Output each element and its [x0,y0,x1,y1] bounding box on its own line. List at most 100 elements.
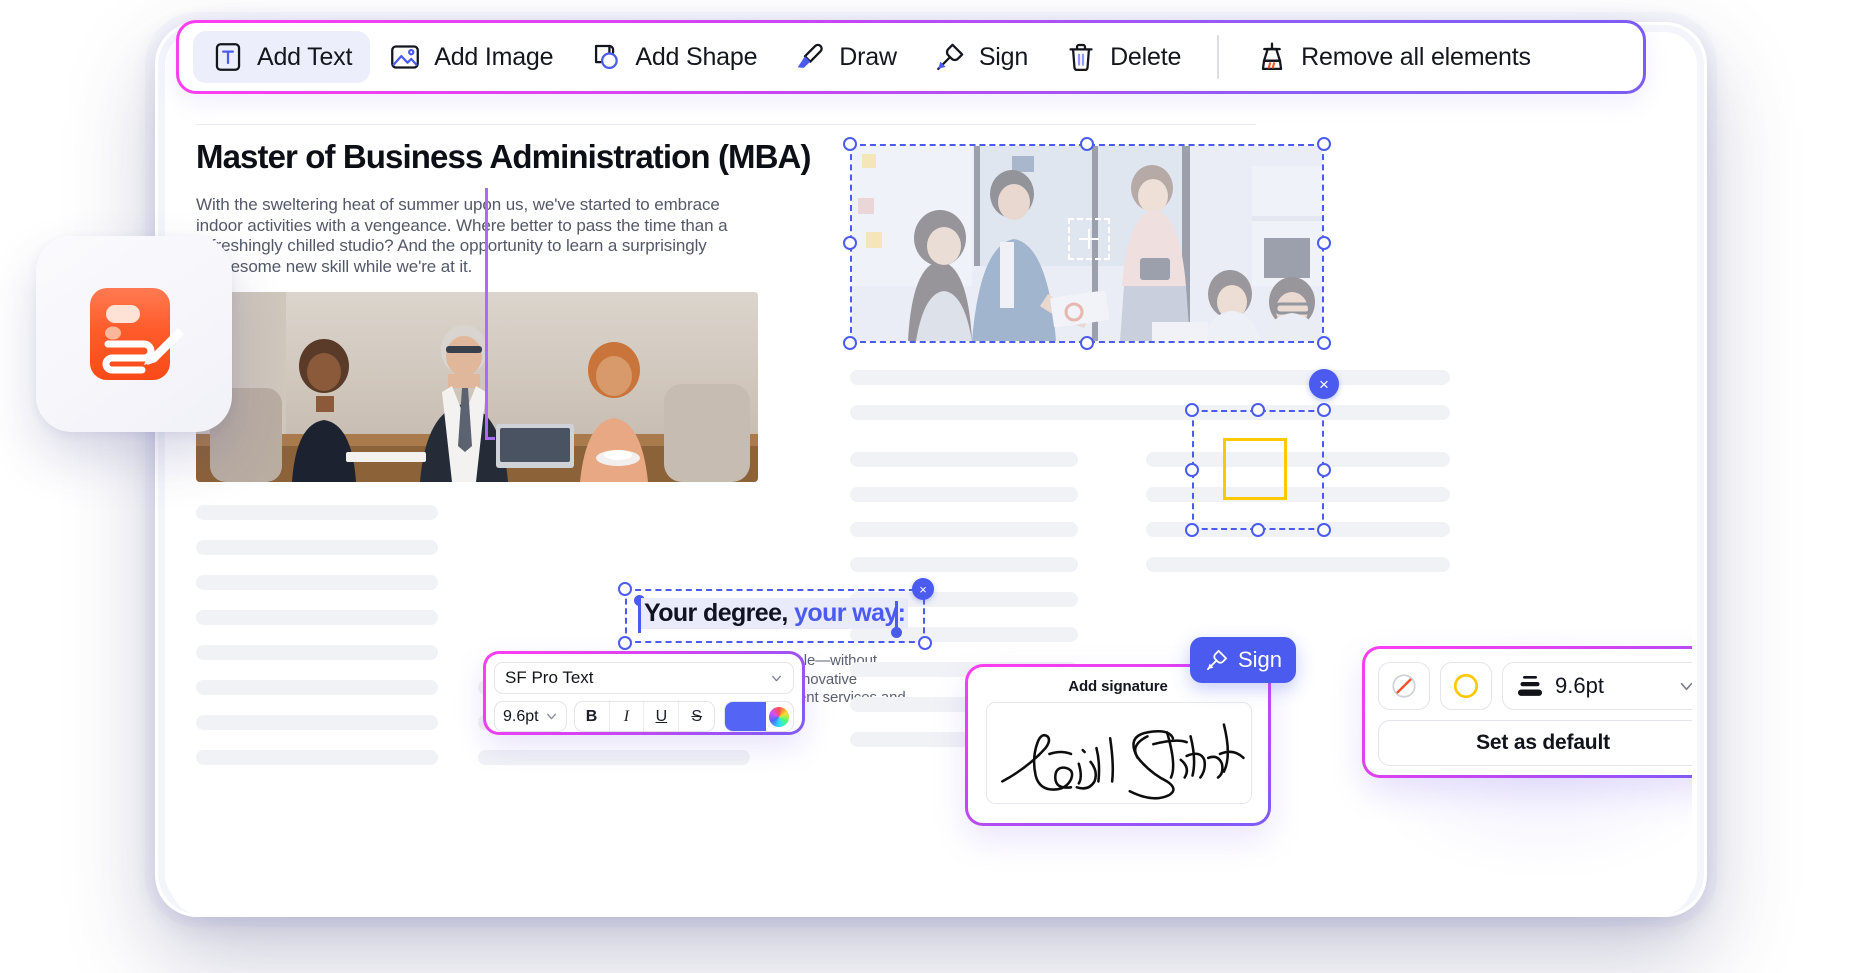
shape-handle-n[interactable] [1251,403,1265,417]
toolbar-item-sign[interactable]: Sign [915,31,1046,83]
resize-handle-n[interactable] [1080,137,1094,151]
strike-label: S [691,707,703,725]
text-placeholder-bar [196,715,438,730]
image-crop-marker[interactable] [1068,218,1110,260]
italic-label: I [623,707,630,725]
text-primary: Your degree, [644,599,788,627]
resize-handle-se[interactable] [1317,336,1331,350]
text-handle-sw[interactable] [618,636,632,650]
text-placeholder-bar [478,750,750,765]
shape-handle-w[interactable] [1185,463,1199,477]
stroke-color-button[interactable] [1440,662,1492,710]
screenshot-root: Master of Business Administration (MBA) … [0,0,1859,973]
font-size-select[interactable]: 9.6pt [494,701,567,732]
text-placeholder-bar [196,505,438,520]
page-title: Master of Business Administration (MBA) [196,138,811,175]
text-placeholder-bar [850,405,1450,420]
strikethrough-button[interactable]: S [679,702,714,731]
shape-handle-s[interactable] [1251,523,1265,537]
bold-label: B [585,707,598,725]
text-placeholder-bar [850,452,1078,467]
font-family-select[interactable]: SF Pro Text [494,662,794,694]
text-placeholder-bar [196,610,438,625]
document-canvas[interactable]: Master of Business Administration (MBA) … [170,100,1692,915]
text-placeholder-bar [196,750,438,765]
stroke-thickness-select[interactable]: 9.6pt [1502,662,1692,710]
document-image-right[interactable] [852,146,1322,341]
document-image-left[interactable] [196,292,758,482]
toolbar-item-draw[interactable]: Draw [775,31,915,83]
color-wheel-icon [769,706,790,727]
shape-handle-sw[interactable] [1185,523,1199,537]
toolbar-item-add-shape[interactable]: Add Shape [571,31,775,83]
text-placeholder-bar [196,645,438,660]
shape-handle-nw[interactable] [1185,403,1199,417]
shape-handle-se[interactable] [1317,523,1331,537]
resize-handle-ne[interactable] [1317,137,1331,151]
text-placeholder-bar [1146,487,1450,502]
shape-handle-e[interactable] [1317,463,1331,477]
text-color-group [724,701,794,732]
rectangle-shape[interactable] [1223,438,1287,500]
pdf-editor-logo [90,288,184,380]
resize-handle-sw[interactable] [843,336,857,350]
text-placeholder-bar [850,557,1078,572]
toolbar-label: Sign [978,42,1029,71]
text-color-swatch[interactable] [725,702,766,731]
text-close-button[interactable]: × [912,578,934,600]
shape-handle-ne[interactable] [1317,403,1331,417]
resize-handle-s[interactable] [1080,336,1094,350]
text-box-icon [215,43,241,71]
add-signature-panel[interactable]: Add signature [965,664,1271,826]
toolbar-label: Delete [1110,42,1182,71]
document-divider [196,124,1256,125]
text-element-selected[interactable]: Your degree, your way: × [618,578,934,650]
text-placeholder-bar [196,575,438,590]
toolbar-item-add-text[interactable]: Add Text [193,31,371,83]
toolbar-item-add-image[interactable]: Add Image [370,31,571,83]
chevron-down-icon [772,675,781,681]
signature-canvas[interactable] [986,702,1252,804]
pen-nib-icon [936,43,964,71]
text-placeholder-bar [850,487,1078,502]
toolbar-connector-line [485,188,488,440]
text-handle-nw[interactable] [618,582,632,596]
toolbar-connector-end [485,437,495,440]
trash-icon [1069,43,1093,72]
shape-icon [595,44,619,70]
resize-handle-w[interactable] [843,236,857,250]
bold-button[interactable]: B [575,702,610,731]
resize-handle-e[interactable] [1317,236,1331,250]
shape-close-button[interactable]: × [1309,369,1339,399]
set-as-default-button[interactable]: Set as default [1378,720,1692,766]
toolbar-label: Remove all elements [1301,42,1531,71]
resize-handle-nw[interactable] [843,137,857,151]
font-format-panel[interactable]: SF Pro Text 9.6pt B I U S [483,651,805,735]
text-element-content: Your degree, your way: [641,598,909,629]
text-placeholder-bar [850,370,1450,385]
text-accent: your way: [787,599,906,627]
stroke-color-icon [1453,673,1479,699]
editor-toolbar[interactable]: Add Text Add Image Add Shape Draw Sign D… [176,20,1646,94]
font-size-value: 9.6pt [503,707,539,725]
app-icon-card [36,236,232,432]
font-controls-row: 9.6pt B I U S [494,701,794,732]
toolbar-item-delete[interactable]: Delete [1046,31,1199,83]
toolbar-divider [1217,35,1220,79]
thickness-icon [1518,676,1542,696]
text-placeholder-bar [196,540,438,555]
document-page: Master of Business Administration (MBA) … [170,100,1692,915]
underline-button[interactable]: U [644,702,680,731]
color-wheel-button[interactable] [766,702,793,731]
shape-style-panel[interactable]: 9.6pt Set as default [1362,646,1692,778]
toolbar-item-remove-all-elements[interactable]: Remove all elements [1237,31,1549,83]
italic-button[interactable]: I [610,702,645,731]
text-handle-end[interactable] [891,627,902,638]
fill-none-button[interactable] [1378,662,1430,710]
sign-button[interactable]: Sign [1190,637,1296,683]
pen-nib-icon [1206,649,1228,671]
text-handle-se[interactable] [918,636,932,650]
font-family-value: SF Pro Text [505,668,594,687]
text-style-group: B I U S [573,701,716,732]
sign-button-label: Sign [1238,647,1283,672]
